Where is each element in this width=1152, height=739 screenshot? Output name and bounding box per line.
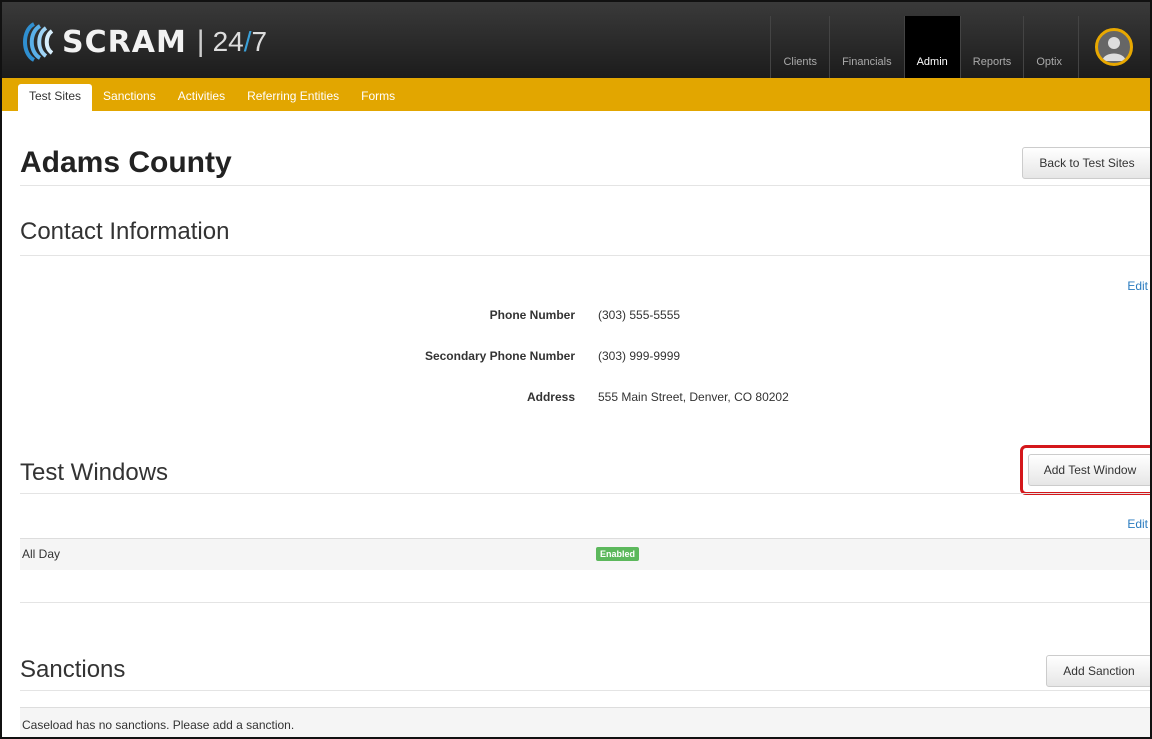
sub-navbar: Test Sites Sanctions Activities Referrin… — [2, 78, 1150, 111]
subnav-referring-entities[interactable]: Referring Entities — [236, 84, 350, 111]
contact-section-title: Contact Information — [20, 218, 230, 245]
secondary-phone-value: (303) 999-9999 — [598, 349, 681, 363]
test-window-name: All Day — [22, 547, 61, 561]
phone-number-value: (303) 555-5555 — [598, 308, 681, 322]
divider — [20, 255, 1150, 256]
table-row[interactable]: All Day Enabled — [20, 538, 1150, 570]
app-window: SCRAM | 24/7 Clients Financials Admin Re… — [0, 0, 1152, 739]
divider — [20, 602, 1150, 603]
subnav-activities[interactable]: Activities — [167, 84, 236, 111]
secondary-phone-label: Secondary Phone Number — [424, 349, 575, 363]
divider — [20, 493, 1150, 494]
add-sanction-button[interactable]: Add Sanction — [1046, 655, 1150, 687]
logo-separator: | — [196, 25, 205, 58]
logo-text: SCRAM — [62, 24, 187, 60]
logo-number: 24/7 — [212, 26, 268, 57]
nav-clients[interactable]: Clients — [770, 16, 829, 78]
nav-admin[interactable]: Admin — [903, 16, 960, 78]
sanctions-empty-text: Caseload has no sanctions. Please add a … — [22, 718, 295, 732]
user-avatar-icon[interactable] — [1095, 28, 1133, 66]
address-value: 555 Main Street, Denver, CO 80202 — [598, 390, 789, 404]
scram-logo-icon — [12, 20, 56, 64]
subnav-forms[interactable]: Forms — [350, 84, 406, 111]
status-badge: Enabled — [596, 547, 640, 561]
nav-financials[interactable]: Financials — [829, 16, 904, 78]
nav-reports[interactable]: Reports — [959, 16, 1024, 78]
scram-logo[interactable]: SCRAM | 24/7 — [12, 20, 267, 64]
divider — [20, 690, 1150, 691]
top-navbar: SCRAM | 24/7 Clients Financials Admin Re… — [2, 2, 1150, 78]
user-menu[interactable] — [1078, 16, 1150, 78]
sanctions-section-title: Sanctions — [20, 656, 126, 683]
subnav-sanctions[interactable]: Sanctions — [92, 84, 167, 111]
subnav-test-sites[interactable]: Test Sites — [18, 84, 93, 111]
address-label: Address — [526, 390, 575, 404]
phone-number-label: Phone Number — [489, 308, 575, 322]
contact-edit-link[interactable]: Edit — [1127, 279, 1148, 293]
back-to-test-sites-button[interactable]: Back to Test Sites — [1022, 147, 1150, 179]
top-nav-menu: Clients Financials Admin Reports Optix — [770, 16, 1074, 78]
empty-state-row: Caseload has no sanctions. Please add a … — [20, 707, 1150, 737]
test-windows-section-title: Test Windows — [20, 459, 169, 486]
test-windows-edit-link[interactable]: Edit — [1127, 517, 1148, 531]
page-title: Adams County — [20, 146, 232, 179]
divider — [20, 185, 1150, 186]
highlight-annotation — [1020, 445, 1150, 495]
nav-optix[interactable]: Optix — [1023, 16, 1074, 78]
